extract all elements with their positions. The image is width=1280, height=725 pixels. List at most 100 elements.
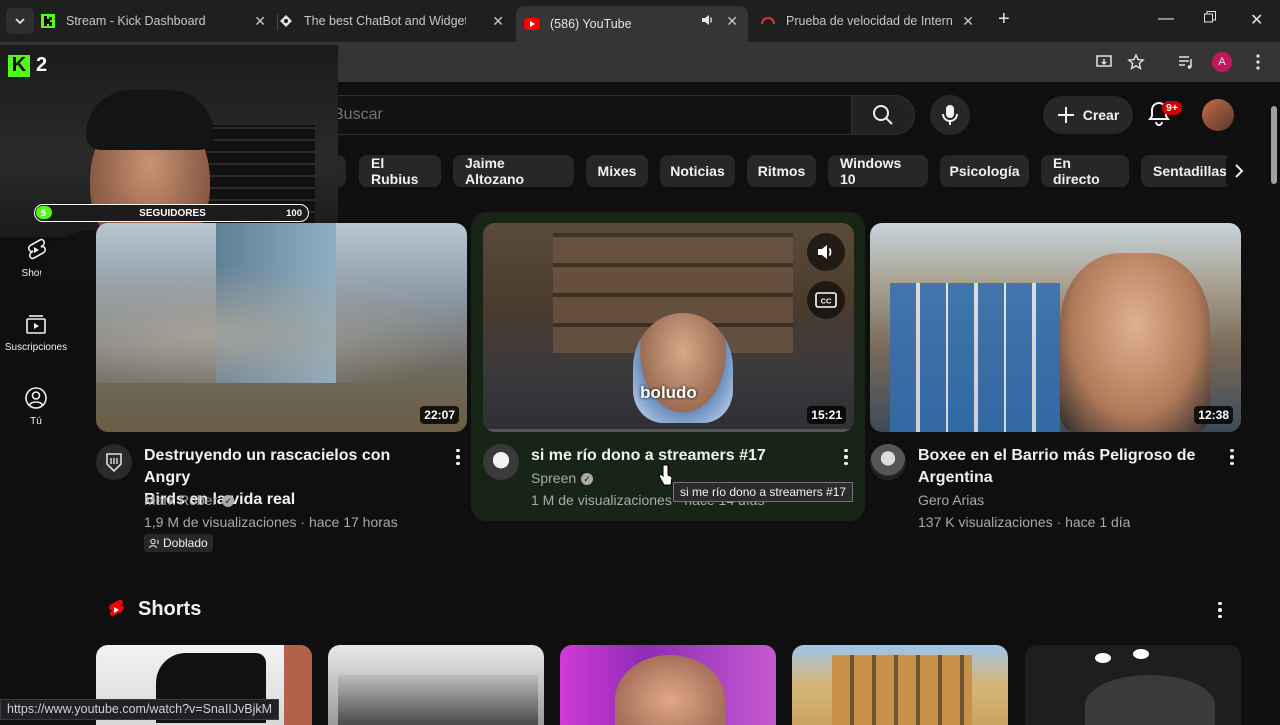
kebab-menu-icon[interactable] (1248, 52, 1268, 72)
close-tab-icon[interactable]: ✕ (254, 13, 266, 30)
shorts-title: Shorts (138, 598, 202, 620)
guide-label: Suscripciones (4, 342, 68, 353)
chip-jaime-altozano[interactable]: Jaime Altozano (453, 155, 574, 187)
video-title-line: Destruyendo un rascacielos con Angry (144, 447, 391, 486)
restore-button[interactable] (1204, 10, 1216, 28)
scrollbar-thumb[interactable] (1271, 106, 1277, 184)
short-thumbnail[interactable] (328, 645, 544, 725)
tab-speedtest[interactable]: Prueba de velocidad de Internet ✕ (752, 6, 984, 36)
kick-logo-icon: K (8, 54, 30, 77)
channel-avatar[interactable] (96, 444, 132, 480)
close-window-button[interactable]: ✕ (1250, 10, 1263, 30)
video-duration: 12:38 (1194, 406, 1233, 424)
guide-you[interactable]: Tú (0, 386, 72, 427)
dubbed-badge: Doblado (144, 534, 213, 552)
chip-windows-10[interactable]: Windows 10 (828, 155, 928, 187)
subscriptions-icon (26, 315, 46, 334)
dubbed-icon (149, 538, 159, 548)
chip-ritmos[interactable]: Ritmos (747, 155, 816, 187)
profile-avatar[interactable]: A (1212, 52, 1232, 72)
video-duration: 22:07 (420, 406, 459, 424)
dust-cloud (96, 263, 467, 383)
verified-icon: ✓ (581, 473, 594, 486)
chip-en-directo[interactable]: En directo (1041, 155, 1129, 187)
bookmark-star-icon[interactable] (1126, 52, 1146, 72)
install-app-icon[interactable] (1094, 52, 1114, 72)
kick-icon (40, 13, 56, 29)
search-icon (873, 105, 893, 125)
video-title-line: si me río dono a streamers #17 (531, 447, 766, 464)
tab-title: Stream - Kick Dashboard (66, 14, 206, 28)
shorts-menu-button[interactable] (1210, 600, 1230, 620)
tab-youtube[interactable]: (586) YouTube ✕ (516, 6, 748, 42)
kick-count: 2 (36, 54, 48, 76)
chip-el-rubius[interactable]: El Rubius (359, 155, 441, 187)
shorts-shelf-header: Shorts (106, 598, 201, 621)
media-control-icon[interactable] (1176, 52, 1196, 72)
streamer-hair (86, 90, 214, 150)
video-title[interactable]: si me río dono a streamers #17 (531, 445, 821, 467)
plus-icon (1057, 107, 1074, 123)
shorts-icon (28, 238, 46, 260)
video-thumbnail[interactable]: boludo CC 15:21 (483, 223, 854, 432)
chips-next-button[interactable] (1226, 158, 1252, 184)
minimize-button[interactable]: — (1158, 10, 1174, 28)
video-title-line: Argentina (918, 469, 993, 486)
channel-avatar[interactable] (870, 444, 906, 480)
close-tab-icon[interactable]: ✕ (492, 13, 504, 30)
video-menu-button[interactable] (1222, 447, 1242, 467)
voice-search-button[interactable] (930, 95, 970, 135)
mouse-cursor-icon (658, 464, 673, 491)
short-thumbnail[interactable] (792, 645, 1008, 725)
boxer-figure (1060, 253, 1210, 432)
search-box[interactable] (320, 95, 852, 135)
chip-mixes[interactable]: Mixes (586, 155, 648, 187)
light-image (1095, 653, 1111, 663)
channel-avatar[interactable] (483, 444, 519, 480)
verified-icon: ✓ (222, 495, 235, 508)
tab-title: (586) YouTube (550, 17, 632, 31)
short-thumbnail[interactable] (560, 645, 776, 725)
avatar[interactable] (1202, 99, 1234, 131)
video-thumbnail[interactable]: 12:38 (870, 223, 1241, 432)
search-input[interactable] (333, 96, 833, 134)
mark-rober-logo-icon (106, 453, 122, 473)
channel-name[interactable]: Spreen ✓ (531, 468, 594, 488)
channel-name[interactable]: Mark Rober ✓ (144, 490, 235, 510)
create-button[interactable]: Crear (1043, 96, 1133, 134)
video-title-line: Boxee en el Barrio más Peligroso de (918, 447, 1196, 464)
streamelements-icon (278, 13, 294, 29)
speaker-icon[interactable] (700, 13, 714, 30)
light-image (1133, 649, 1149, 659)
kick-counter: K 2 (8, 54, 47, 77)
guide-subscriptions[interactable]: Suscripciones (0, 312, 72, 353)
svg-text:CC: CC (821, 297, 832, 306)
mute-button[interactable] (807, 233, 845, 271)
channel-label: Mark Rober (144, 492, 218, 508)
speedtest-icon (760, 13, 776, 29)
channel-name[interactable]: Gero Arias (918, 490, 984, 510)
new-tab-button[interactable]: + (998, 8, 1010, 31)
video-title[interactable]: Boxee en el Barrio más Peligroso de Arge… (918, 445, 1208, 489)
close-tab-icon[interactable]: ✕ (726, 13, 738, 30)
video-menu-button[interactable] (448, 447, 468, 467)
close-tab-icon[interactable]: ✕ (962, 13, 974, 30)
chip-sentadillas[interactable]: Sentadillas (1141, 155, 1231, 187)
face-image (615, 655, 725, 725)
tab-title: The best ChatBot and Widgets (304, 14, 466, 28)
microphone-icon (942, 105, 958, 125)
video-thumbnail[interactable]: 22:07 (96, 223, 467, 432)
chip-psicologia[interactable]: Psicología (940, 155, 1029, 187)
short-thumbnail[interactable] (1025, 645, 1241, 725)
tab-kick-dashboard[interactable]: Stream - Kick Dashboard ✕ (40, 6, 276, 36)
chip-noticias[interactable]: Noticias (660, 155, 735, 187)
preview-progress-track (483, 429, 854, 432)
page-scrollbar[interactable] (1268, 96, 1280, 720)
browser-tab-strip: Stream - Kick Dashboard ✕ The best ChatB… (0, 0, 1280, 42)
search-button[interactable] (851, 95, 915, 135)
captions-button[interactable]: CC (807, 281, 845, 319)
tab-streamelements[interactable]: The best ChatBot and Widgets ✕ (278, 6, 514, 36)
figure-image (1085, 675, 1215, 725)
video-menu-button[interactable] (836, 447, 856, 467)
tab-search-button[interactable] (6, 8, 34, 34)
